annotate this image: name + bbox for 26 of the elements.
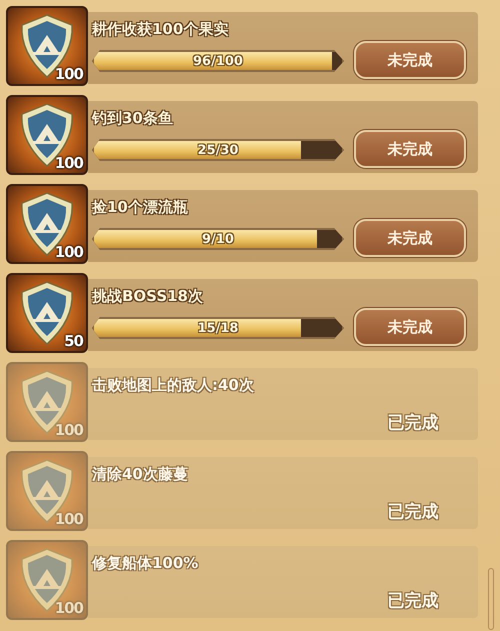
quest-title: 钓到30条鱼 [92,109,174,128]
quest-title: 捡10个漂流瓶 [92,198,189,217]
status-label: 已完成 [388,412,438,434]
quest-title: 击败地图上的敌人:40次 [92,376,255,395]
reward-count: 100 [54,510,83,528]
status-button[interactable]: 未完成 [354,219,466,257]
reward-count: 100 [54,65,83,83]
progress-text: 25/30 [198,142,238,158]
progress-text: 15/18 [198,320,238,336]
reward-count: 50 [64,332,83,350]
status-button[interactable]: 未完成 [354,130,466,168]
status-label: 已完成 [388,590,438,612]
quest-title: 耕作收获100个果实 [92,20,230,39]
status-button[interactable]: 未完成 [354,308,466,346]
progress-text: 9/10 [202,232,234,246]
quest-title: 挑战BOSS18次 [92,287,204,306]
reward-count: 100 [54,243,83,261]
progress-text: 96/100 [193,54,243,68]
quest-title: 修复船体100% [92,554,200,573]
status-label: 已完成 [388,501,438,523]
scroll-bar [488,568,494,630]
quest-title: 清除40次藤蔓 [92,465,189,484]
reward-count: 100 [54,599,83,617]
reward-count: 100 [54,421,83,439]
reward-count: 100 [54,154,83,172]
status-button[interactable]: 未完成 [354,41,466,79]
